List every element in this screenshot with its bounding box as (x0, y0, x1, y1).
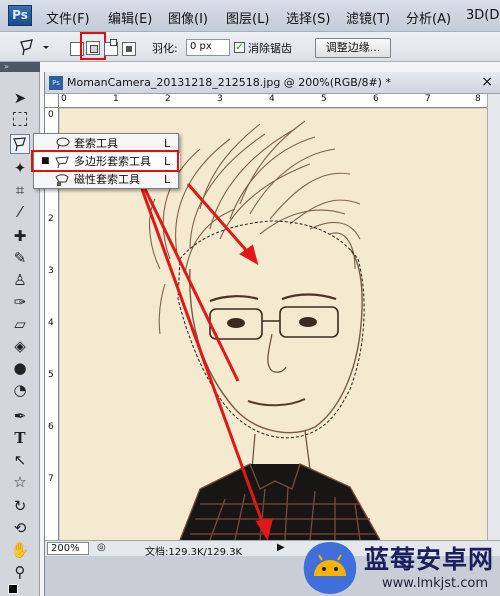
foreground-color-swatch[interactable] (8, 584, 18, 594)
menu-edit[interactable]: 编辑(E) (108, 8, 152, 27)
subtract-from-selection-icon[interactable] (104, 39, 118, 56)
feather-input[interactable]: 0 px (186, 39, 230, 56)
ruler-tick-label: 4 (269, 94, 275, 104)
ruler-tick-label: 6 (48, 422, 54, 432)
lasso-tool-icon[interactable] (10, 134, 30, 154)
type-tool-icon[interactable]: T (10, 428, 30, 448)
ruler-tick-label: 8 (475, 94, 481, 104)
menu-bar: Ps 文件(F) 编辑(E) 图像(I) 图层(L) 选择(S) 滤镜(T) 分… (0, 0, 500, 32)
ruler-origin[interactable] (45, 94, 59, 108)
ruler-top[interactable]: 0 1 2 3 4 5 6 7 8 (59, 94, 487, 108)
document-tab[interactable]: Ps MomanCamera_20131218_212518.jpg @ 200… (45, 72, 500, 94)
healing-brush-icon[interactable]: ✚ (10, 226, 30, 246)
ruler-tick-label: 4 (48, 318, 54, 328)
lasso-icon (56, 137, 70, 150)
zoom-level-field[interactable]: 200% (47, 542, 89, 555)
history-brush-icon[interactable]: ✑ (10, 292, 30, 312)
3d-rotate-icon[interactable]: ↻ (10, 496, 30, 516)
ruler-tick-label: 0 (61, 94, 67, 104)
tool-preset-picker[interactable] (18, 37, 52, 57)
paint-bucket-icon[interactable]: ◈ (10, 336, 30, 356)
magnetic-lasso-icon (55, 174, 69, 186)
status-arrow-icon[interactable]: ▶ (277, 542, 285, 553)
menu-analysis[interactable]: 分析(A) (406, 8, 451, 27)
flyout-label: 磁性套索工具 (74, 173, 140, 186)
status-menu-icon[interactable]: ◎ (97, 542, 106, 553)
shape-tool-icon[interactable]: ☆ (10, 472, 30, 492)
menu-select[interactable]: 选择(S) (286, 8, 330, 27)
eraser-icon[interactable]: ▱ (10, 314, 30, 334)
android-logo-icon (303, 542, 357, 594)
ruler-tick-label: 2 (165, 94, 171, 104)
clone-stamp-icon[interactable]: ♙ (10, 270, 30, 290)
dodge-tool-icon[interactable]: ◔ (10, 380, 30, 400)
eyedropper-icon[interactable]: ⁄ (10, 202, 30, 222)
ruler-tick-label: 5 (321, 94, 327, 104)
brush-tool-icon[interactable]: ✎ (10, 248, 30, 268)
ruler-tick-label: 5 (48, 370, 54, 380)
watermark-title: 蓝莓安卓网 (364, 545, 495, 574)
antialias-label: 消除锯齿 (248, 42, 292, 55)
menu-3d[interactable]: 3D(D) (466, 8, 500, 23)
menu-file[interactable]: 文件(F) (46, 8, 90, 27)
ruler-tick-label: 3 (217, 94, 223, 104)
photoshop-logo: Ps (8, 5, 32, 26)
menu-layer[interactable]: 图层(L) (226, 8, 269, 27)
ruler-tick-label: 3 (48, 266, 54, 276)
close-icon[interactable]: × (481, 74, 493, 90)
zoom-tool-icon[interactable]: ⚲ (10, 562, 30, 582)
magic-wand-icon[interactable]: ✦ (10, 158, 30, 178)
blur-tool-icon[interactable]: ● (10, 358, 30, 378)
refine-edge-button[interactable]: 调整边缘... (315, 38, 391, 58)
move-tool-icon[interactable]: ➤ (10, 88, 30, 108)
intersect-selection-icon[interactable] (122, 42, 136, 56)
ruler-tick-label: 0 (48, 110, 54, 120)
ruler-tick-label: 7 (48, 474, 54, 484)
doc-ps-icon: Ps (49, 76, 63, 90)
options-bar: 羽化: 0 px ✓ 消除锯齿 调整边缘... (0, 32, 500, 62)
document-title: MomanCamera_20131218_212518.jpg @ 200%(R… (67, 76, 391, 89)
document-size-info: 文档:129.3K/129.3K (145, 547, 243, 558)
site-watermark: 蓝莓安卓网 www.lmkjst.com (300, 538, 500, 596)
polygonal-lasso-icon (20, 39, 49, 56)
hand-tool-icon[interactable]: ✋ (10, 540, 30, 560)
menu-filter[interactable]: 滤镜(T) (346, 8, 390, 27)
highlight-add-selection (80, 32, 106, 60)
marquee-tool-icon[interactable] (13, 112, 27, 126)
ruler-tick-label: 6 (373, 94, 379, 104)
antialias-checkbox[interactable]: ✓ (234, 42, 245, 53)
3d-orbit-icon[interactable]: ⟲ (10, 518, 30, 538)
feather-label: 羽化: (152, 42, 178, 55)
ruler-tick-label: 2 (48, 214, 54, 224)
path-selection-icon[interactable]: ↖ (10, 450, 30, 470)
menu-image[interactable]: 图像(I) (168, 8, 208, 27)
toolbox-grip[interactable]: » (0, 62, 40, 72)
flyout-item-magnetic-lasso[interactable]: 磁性套索工具 L (34, 171, 180, 188)
ruler-tick-label: 7 (425, 94, 431, 104)
ruler-tick-label: 1 (113, 94, 119, 104)
pen-tool-icon[interactable]: ✒ (10, 406, 30, 426)
crop-tool-icon[interactable]: ⌗ (10, 180, 30, 200)
watermark-url: www.lmkjst.com (382, 576, 489, 591)
highlight-polygonal-lasso (31, 150, 179, 172)
flyout-shortcut: L (164, 173, 171, 186)
vertical-scrollbar[interactable] (487, 94, 500, 540)
